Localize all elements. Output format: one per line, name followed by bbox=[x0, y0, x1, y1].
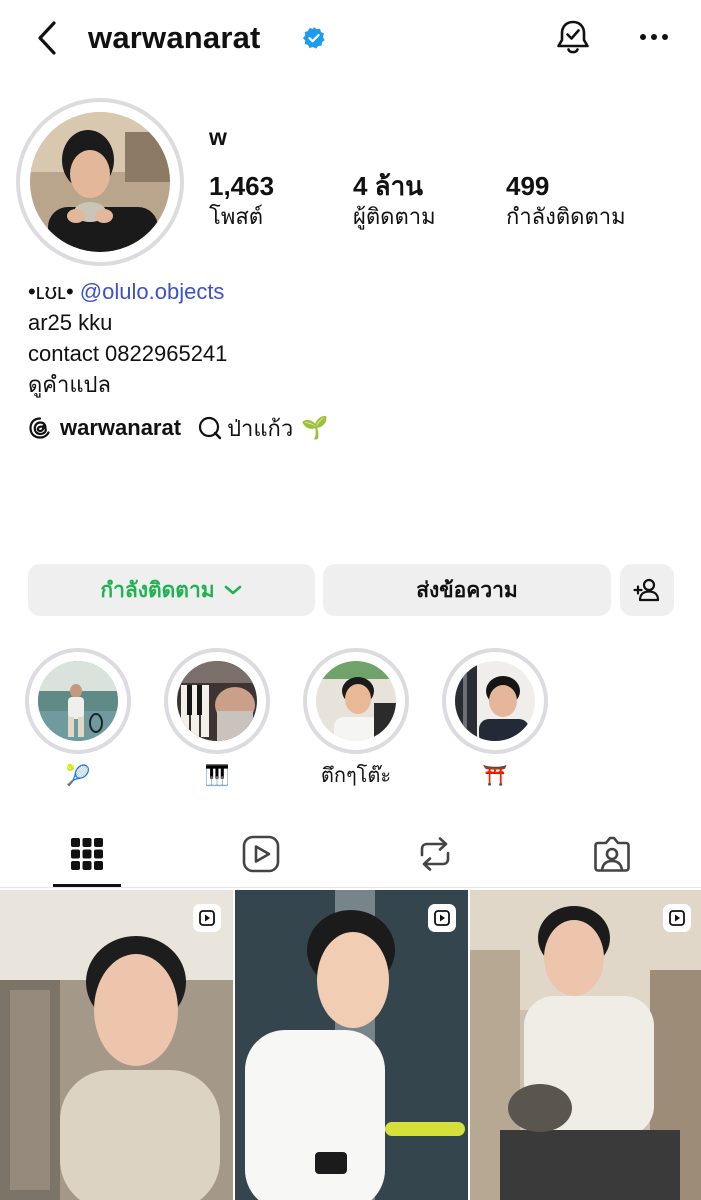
message-button-label: ส่งข้อความ bbox=[416, 578, 518, 602]
tab-reels[interactable] bbox=[226, 828, 296, 880]
following-button-label: กำลังติดตาม bbox=[100, 578, 215, 602]
display-name: w bbox=[209, 124, 227, 150]
tab-divider bbox=[0, 887, 701, 888]
highlight-ring bbox=[303, 648, 409, 754]
highlight-label: 🎾 bbox=[65, 765, 91, 787]
add-person-icon bbox=[633, 578, 660, 602]
reel-badge bbox=[193, 904, 221, 932]
suggested-users-button[interactable] bbox=[620, 564, 674, 616]
more-options-button[interactable] bbox=[632, 22, 676, 52]
grid-post[interactable] bbox=[235, 890, 468, 1200]
reel-play-icon bbox=[434, 910, 450, 926]
reel-play-icon bbox=[199, 910, 215, 926]
see-translation-link[interactable]: ดูคำแปล bbox=[28, 367, 111, 402]
highlight-thumbnail bbox=[177, 661, 257, 741]
following-button[interactable]: กำลังติดตาม bbox=[28, 564, 315, 616]
grid-post[interactable] bbox=[470, 890, 701, 1200]
speech-bubble-icon bbox=[198, 416, 222, 440]
tagged-icon bbox=[594, 836, 630, 872]
following-stat[interactable]: 499 กำลังติดตาม bbox=[506, 170, 626, 232]
reel-badge bbox=[663, 904, 691, 932]
reels-icon bbox=[242, 835, 280, 873]
chevron-down-icon bbox=[224, 585, 241, 595]
bio: •ʟʊʟ• @olulo.objects ar25 kku contact 08… bbox=[28, 276, 227, 369]
reel-badge bbox=[428, 904, 456, 932]
following-label: กำลังติดตาม bbox=[506, 204, 626, 229]
bio-mention-link[interactable]: @olulo.objects bbox=[80, 279, 225, 304]
notifications-button[interactable] bbox=[552, 16, 594, 60]
highlight-item[interactable]: ⛩️ bbox=[442, 648, 548, 790]
bio-prefix: •ʟʊʟ• bbox=[28, 279, 80, 304]
message-button[interactable]: ส่งข้อความ bbox=[323, 564, 611, 616]
highlight-thumbnail bbox=[455, 661, 535, 741]
highlight-thumbnail bbox=[316, 661, 396, 741]
followers-label: ผู้ติดตาม bbox=[353, 204, 436, 229]
tab-reposts[interactable] bbox=[400, 828, 470, 880]
profile-avatar-ring[interactable] bbox=[16, 98, 184, 266]
tab-posts-grid[interactable] bbox=[52, 828, 122, 880]
back-button[interactable] bbox=[30, 18, 64, 58]
note-bubble: ป่าแก้ว 🌱 bbox=[197, 411, 329, 446]
followers-count: 4 ล้าน bbox=[353, 171, 423, 201]
reel-play-icon bbox=[669, 910, 685, 926]
bio-line-3: contact 0822965241 bbox=[28, 341, 228, 366]
posts-count: 1,463 bbox=[209, 171, 275, 201]
highlight-ring bbox=[164, 648, 270, 754]
grid-icon bbox=[71, 838, 103, 870]
threads-handle: warwanarat bbox=[60, 415, 182, 440]
verified-badge-icon bbox=[303, 27, 325, 49]
tab-tagged[interactable] bbox=[577, 828, 647, 880]
grid-post[interactable] bbox=[0, 890, 233, 1200]
threads-badge[interactable]: warwanarat ป่าแก้ว 🌱 bbox=[28, 410, 329, 446]
note-text: ป่าแก้ว bbox=[227, 415, 294, 441]
highlight-item[interactable]: 🎹 bbox=[164, 648, 270, 790]
posts-label: โพสต์ bbox=[209, 204, 264, 229]
highlight-thumbnail bbox=[38, 661, 118, 741]
followers-stat[interactable]: 4 ล้าน ผู้ติดตาม bbox=[353, 170, 436, 232]
highlight-item[interactable]: ตึกๆโต๊ะ bbox=[303, 648, 409, 790]
bio-line-1: •ʟʊʟ• @olulo.objects bbox=[28, 276, 227, 307]
profile-username: warwanarat bbox=[88, 20, 261, 55]
bell-check-icon bbox=[557, 20, 589, 54]
reposts-icon bbox=[420, 837, 450, 871]
highlight-label: ⛩️ bbox=[482, 765, 508, 787]
highlight-ring bbox=[25, 648, 131, 754]
highlight-label: 🎹 bbox=[204, 765, 230, 787]
posts-stat[interactable]: 1,463 โพสต์ bbox=[209, 170, 274, 232]
chevron-left-icon bbox=[38, 21, 56, 55]
sprout-emoji: 🌱 bbox=[301, 415, 329, 440]
highlight-label: ตึกๆโต๊ะ bbox=[320, 765, 392, 787]
more-horizontal-icon bbox=[640, 34, 668, 40]
threads-logo-icon bbox=[29, 417, 50, 439]
profile-header: warwanarat bbox=[0, 0, 701, 78]
highlight-ring bbox=[442, 648, 548, 754]
following-count: 499 bbox=[506, 171, 550, 201]
bio-line-2: ar25 kku bbox=[28, 310, 113, 335]
highlight-item[interactable]: 🎾 bbox=[25, 648, 131, 790]
avatar[interactable] bbox=[30, 112, 170, 252]
